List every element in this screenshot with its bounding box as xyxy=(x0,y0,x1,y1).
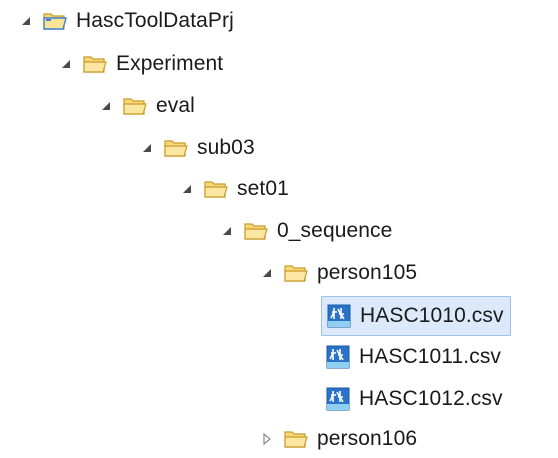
open-folder-icon xyxy=(203,176,229,202)
tree-item-label: person106 xyxy=(317,427,418,450)
tree-item-folder-sub03[interactable]: sub03 xyxy=(137,129,255,167)
tree-item-label: Experiment xyxy=(116,52,224,75)
project-explorer-tree: HascToolDataPrj Experiment eval sub03 se… xyxy=(0,0,558,455)
tree-item-folder-person105[interactable]: person105 xyxy=(257,254,417,292)
open-folder-icon xyxy=(243,218,269,244)
tree-item-label: person105 xyxy=(317,261,418,284)
open-folder-icon xyxy=(163,135,189,161)
project-folder-icon xyxy=(42,8,68,34)
tree-item-label: 0_sequence xyxy=(277,219,393,242)
open-folder-icon xyxy=(82,51,108,77)
open-folder-icon xyxy=(283,426,309,452)
expanded-arrow-icon[interactable] xyxy=(257,254,277,292)
tree-item-label: eval xyxy=(156,94,195,117)
tree-item-label: HASC1010.csv xyxy=(360,304,504,327)
tree-item-folder-set01[interactable]: set01 xyxy=(177,170,289,208)
tree-item-label: HascToolDataPrj xyxy=(76,9,234,32)
expanded-arrow-icon[interactable] xyxy=(16,2,36,40)
tree-item-file-hasc1011[interactable]: HASC1011.csv xyxy=(325,338,507,376)
hasc-file-icon xyxy=(325,386,351,412)
expanded-arrow-icon[interactable] xyxy=(56,45,76,83)
tree-item-folder-eval[interactable]: eval xyxy=(96,87,195,125)
tree-item-file-hasc1012[interactable]: HASC1012.csv xyxy=(325,380,509,418)
expanded-arrow-icon[interactable] xyxy=(177,170,197,208)
tree-item-label: sub03 xyxy=(197,136,255,159)
tree-item-label: HASC1011.csv xyxy=(359,345,502,368)
open-folder-icon xyxy=(122,93,148,119)
expanded-arrow-icon[interactable] xyxy=(217,212,237,250)
collapsed-arrow-icon[interactable] xyxy=(257,420,277,458)
tree-item-folder-person106[interactable]: person106 xyxy=(257,420,417,458)
tree-item-project[interactable]: HascToolDataPrj xyxy=(16,2,234,40)
expanded-arrow-icon[interactable] xyxy=(137,129,157,167)
tree-item-label: HASC1012.csv xyxy=(359,387,503,410)
tree-item-file-hasc1010[interactable]: HASC1010.csv xyxy=(321,296,511,336)
tree-item-label: set01 xyxy=(237,177,289,200)
hasc-file-icon xyxy=(326,303,352,329)
expanded-arrow-icon[interactable] xyxy=(96,87,116,125)
tree-item-folder-0-sequence[interactable]: 0_sequence xyxy=(217,212,392,250)
hasc-file-icon xyxy=(325,344,351,370)
open-folder-icon xyxy=(283,260,309,286)
tree-item-folder-experiment[interactable]: Experiment xyxy=(56,45,223,83)
